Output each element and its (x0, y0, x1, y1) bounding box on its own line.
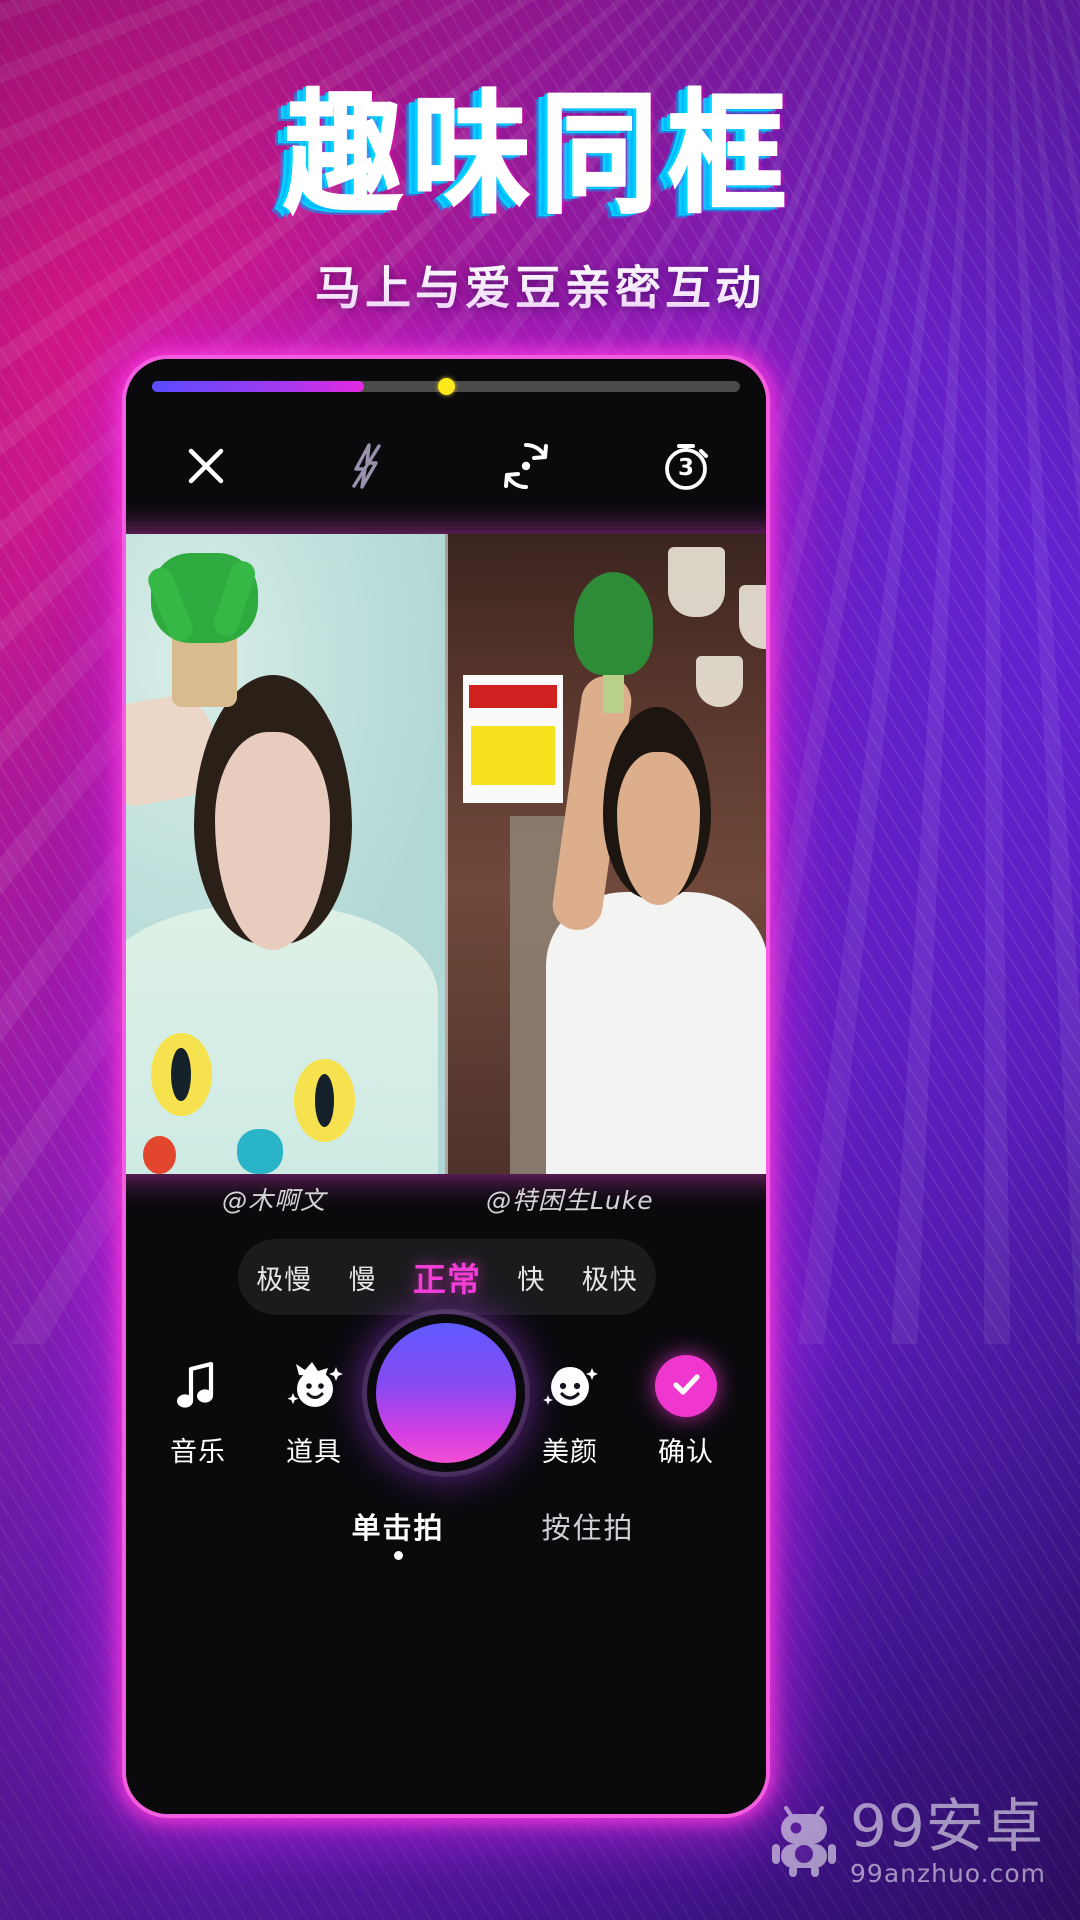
shirt-graphic-eye (294, 1058, 356, 1142)
close-icon (178, 438, 234, 494)
tab-tap-to-record[interactable]: 单击拍 (308, 1505, 488, 1547)
flash-toggle-button[interactable] (286, 438, 446, 494)
phone-mockup: 3 @木啊文 @特困生Luke 极慢 慢 正常 快 极快 音乐 道具 美颜 确认… (122, 355, 770, 1818)
beauty-label: 美颜 (542, 1437, 598, 1468)
confirm-circle (655, 1355, 717, 1417)
speed-selector[interactable]: 极慢 慢 正常 快 极快 (238, 1239, 656, 1315)
speed-option-1[interactable]: 慢 (349, 1258, 377, 1297)
music-note-icon (138, 1344, 258, 1428)
speed-option-3[interactable]: 快 (517, 1258, 545, 1297)
props-sticker-icon (254, 1344, 374, 1428)
shutter-button[interactable] (367, 1314, 525, 1472)
watermark-title: 99安卓 (850, 1792, 1044, 1860)
shirt-graphic-eye (150, 1033, 212, 1117)
recording-progress-marker[interactable] (438, 378, 455, 395)
confirm-label: 确认 (658, 1437, 714, 1468)
shirt-graphic-dot (236, 1129, 284, 1174)
active-tab-indicator (394, 1551, 403, 1560)
music-button[interactable]: 音乐 (138, 1344, 258, 1469)
camera-top-toolbar: 3 (126, 411, 766, 521)
timer-value: 3 (677, 455, 694, 481)
speed-option-0[interactable]: 极慢 (256, 1258, 312, 1297)
ceiling-lamp (667, 546, 726, 618)
recording-progress-bar[interactable] (152, 378, 740, 395)
confirm-button[interactable]: 确认 (626, 1344, 746, 1469)
tab-hold-to-record[interactable]: 按住拍 (498, 1505, 678, 1547)
props-label: 道具 (286, 1437, 342, 1468)
phone-screen: 3 @木啊文 @特困生Luke 极慢 慢 正常 快 极快 音乐 道具 美颜 确认… (126, 359, 766, 1814)
handle-left: @木啊文 (222, 1186, 327, 1215)
speed-option-4[interactable]: 极快 (582, 1258, 638, 1297)
store-sign (462, 674, 564, 803)
watermark-domain: 99anzhuo.com (850, 1859, 1046, 1888)
shirt-graphic-dot (143, 1135, 176, 1174)
props-button[interactable]: 道具 (254, 1344, 374, 1469)
poster-headline: 趣味同框 (278, 87, 796, 224)
beauty-face-icon (510, 1344, 630, 1428)
photo-divider (445, 534, 448, 1174)
beauty-button[interactable]: 美颜 (510, 1344, 630, 1469)
broccoli (574, 572, 654, 675)
timer-icon: 3 (657, 437, 715, 495)
poster-subline: 马上与爱豆亲密互动 (315, 261, 765, 315)
dual-photo-frame (126, 534, 766, 1174)
android-robot-icon (772, 1800, 837, 1883)
recording-progress-fill (152, 381, 364, 392)
speed-option-2[interactable]: 正常 (413, 1253, 481, 1301)
headline-container: 趣味同框 (0, 87, 1080, 224)
ceiling-lamp (696, 655, 743, 707)
handle-right: @特困生Luke (486, 1186, 654, 1215)
capture-mode-tabs: 单击拍 按住拍 (126, 1505, 766, 1579)
photo-right[interactable] (445, 534, 766, 1174)
check-icon (667, 1365, 705, 1408)
handles-row: @木啊文 @特困生Luke (126, 1181, 766, 1235)
music-label: 音乐 (170, 1437, 226, 1468)
camera-flip-button[interactable] (446, 437, 606, 495)
watermark: 99安卓 99anzhuo.com (772, 1797, 1046, 1886)
timer-button[interactable]: 3 (606, 437, 766, 495)
photo-left[interactable] (126, 534, 445, 1174)
close-button[interactable] (126, 438, 286, 494)
photo-right-shirt (545, 892, 766, 1174)
camera-flip-icon (497, 437, 555, 495)
shutter-inner (376, 1323, 516, 1463)
watermark-text: 99安卓 99anzhuo.com (850, 1797, 1046, 1886)
flash-off-icon (338, 438, 394, 494)
